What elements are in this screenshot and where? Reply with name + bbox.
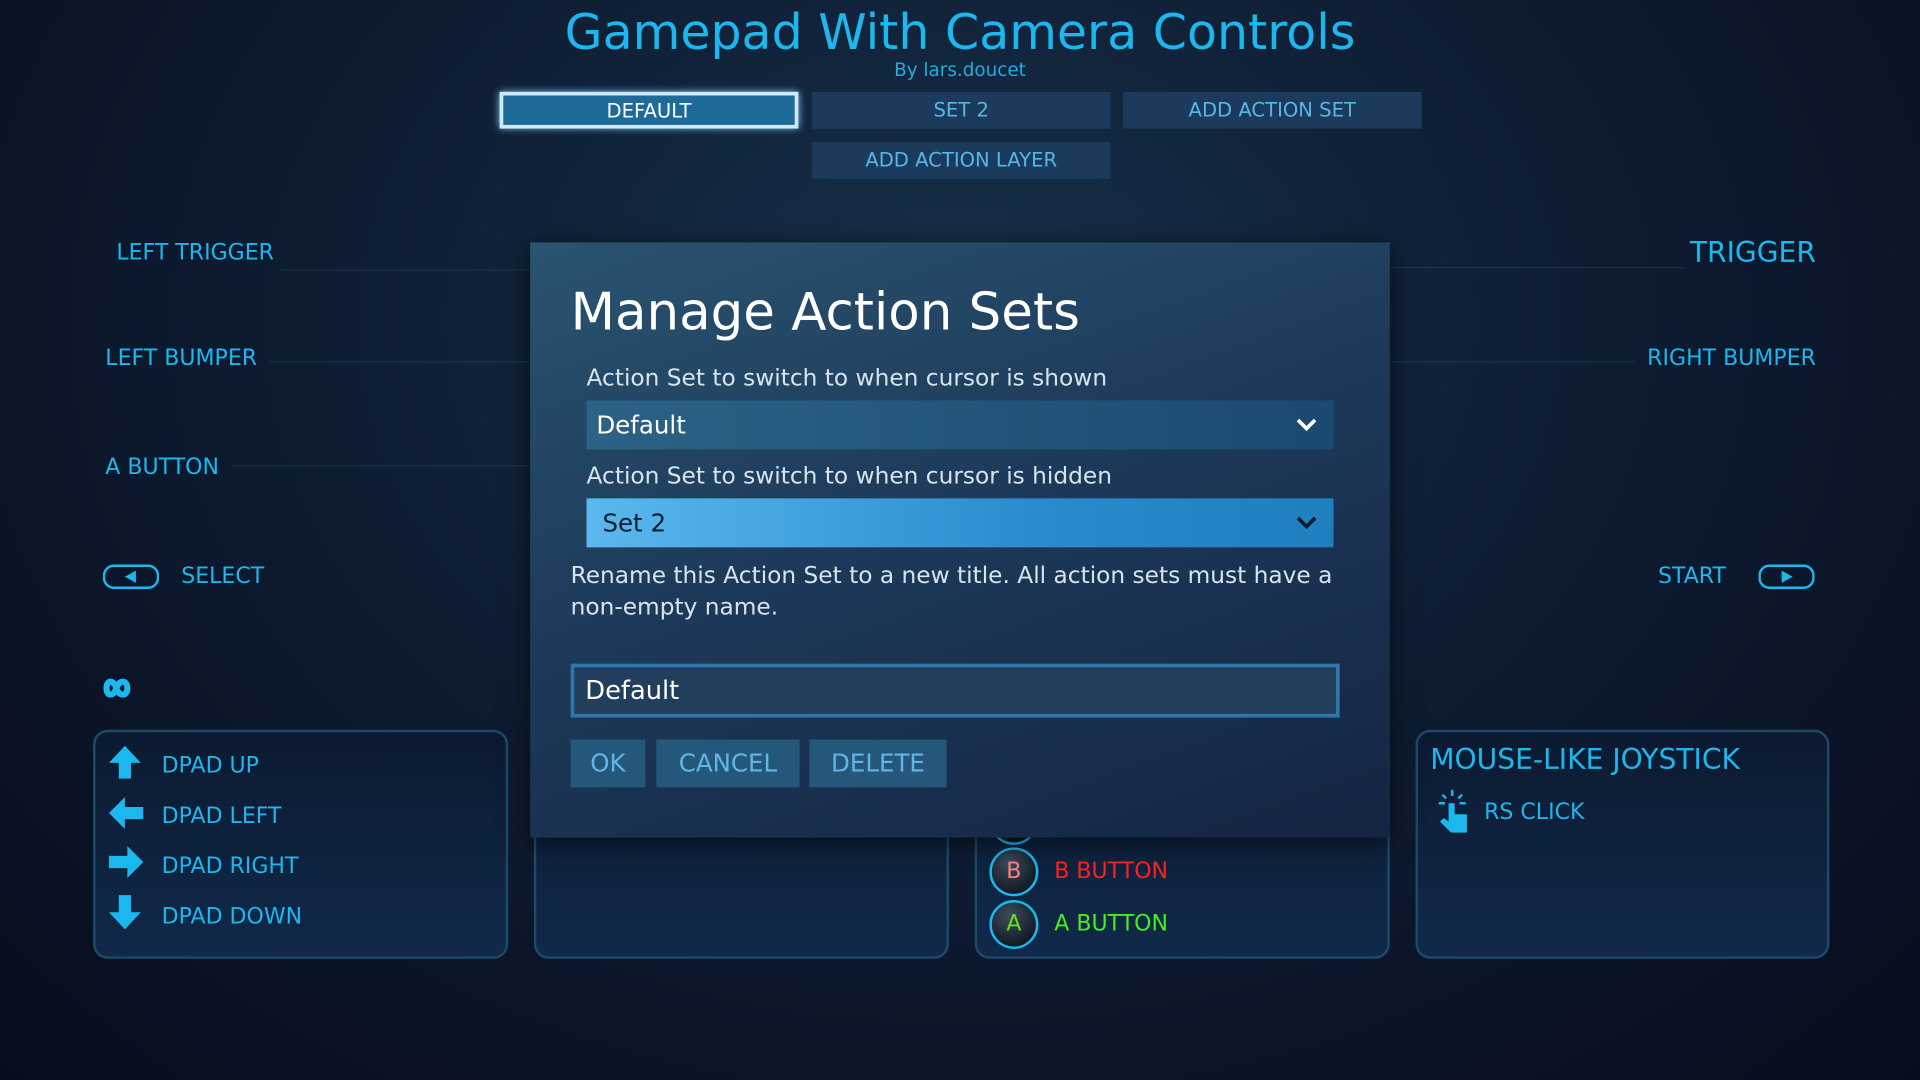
cursor-shown-dropdown[interactable]: Default [586,400,1334,450]
divider [1389,266,1684,269]
tab-default[interactable]: DEFAULT [499,91,799,129]
tab-set-2[interactable]: SET 2 [811,91,1111,129]
author-byline[interactable]: By lars.doucet [0,59,1920,81]
dpad-up-label[interactable]: DPAD UP [162,753,259,779]
joystick-title[interactable]: MOUSE-LIKE JOYSTICK [1430,744,1740,776]
dialog-title: Manage Action Sets [570,281,1080,342]
select-label[interactable]: SELECT [181,563,264,589]
right-bumper-label[interactable]: RIGHT BUMPER [1647,345,1816,371]
divider [269,361,539,363]
a-button-label[interactable]: A BUTTON [105,454,219,480]
delete-button[interactable]: DELETE [809,739,947,788]
ok-button[interactable]: OK [570,739,646,788]
start-label[interactable]: START [1658,563,1726,589]
action-set-name-input[interactable] [570,663,1340,718]
joystick-panel[interactable]: MOUSE-LIKE JOYSTICK RS CLICK [1415,729,1830,959]
divider [281,269,539,271]
infinity-icon[interactable] [96,676,138,700]
cursor-hidden-value: Set 2 [602,508,667,538]
arrow-right-icon [108,846,144,878]
rs-click-label[interactable]: RS CLICK [1484,800,1584,826]
dpad-down-label[interactable]: DPAD DOWN [162,904,303,930]
arrow-down-icon [108,895,141,930]
arrow-up-icon [108,745,141,779]
cursor-shown-label: Action Set to switch to when cursor is s… [586,364,1108,392]
hand-click-icon [1438,789,1467,833]
chevron-down-icon [1296,516,1317,530]
cursor-hidden-label: Action Set to switch to when cursor is h… [586,462,1112,490]
add-action-set-button[interactable]: ADD ACTION SET [1122,91,1422,129]
start-button-icon [1758,564,1815,589]
cancel-button[interactable]: CANCEL [656,739,800,788]
b-button-label[interactable]: B BUTTON [1054,858,1168,884]
manage-action-sets-dialog: Manage Action Sets Action Set to switch … [530,242,1390,838]
cursor-shown-value: Default [596,410,686,440]
page-title: Gamepad With Camera Controls [564,4,1356,62]
select-button-icon [102,564,160,589]
left-trigger-label[interactable]: LEFT TRIGGER [116,240,274,266]
cursor-hidden-dropdown[interactable]: Set 2 [586,498,1334,548]
right-trigger-label[interactable]: TRIGGER [1690,238,1816,270]
rename-instructions: Rename this Action Set to a new title. A… [570,562,1333,621]
controller-config-screen: Gamepad With Camera Controls By lars.dou… [0,0,1920,1080]
add-action-layer-button[interactable]: ADD ACTION LAYER [811,142,1111,179]
a-button-label[interactable]: A BUTTON [1054,911,1168,937]
dpad-right-label[interactable]: DPAD RIGHT [162,853,299,879]
a-button-icon: A [989,900,1039,949]
b-button-icon: B [989,847,1039,897]
dpad-panel[interactable]: DPAD UP DPAD LEFT DPAD RIGHT DPAD DOWN [93,729,509,959]
left-bumper-label[interactable]: LEFT BUMPER [105,345,257,371]
arrow-left-icon [108,797,144,829]
dpad-left-label[interactable]: DPAD LEFT [162,803,282,829]
divider [1389,361,1635,363]
chevron-down-icon [1296,418,1317,432]
divider [232,465,539,467]
